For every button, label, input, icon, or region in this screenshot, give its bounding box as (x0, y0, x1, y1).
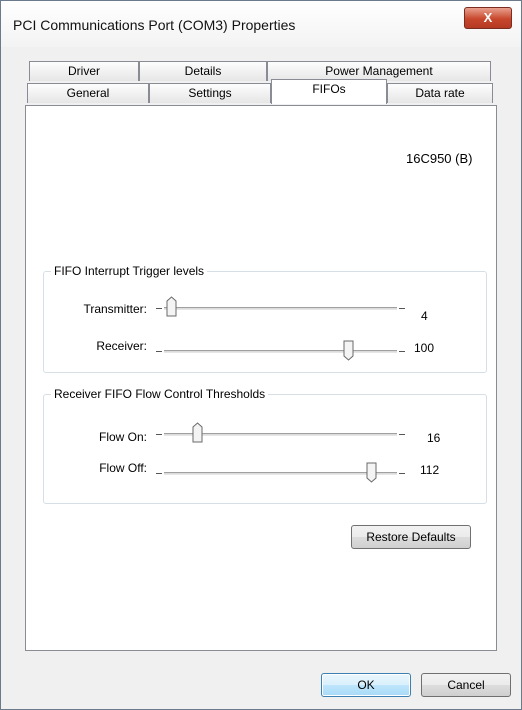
flow-off-slider-track (164, 472, 397, 475)
transmitter-slider-thumb[interactable] (166, 296, 177, 317)
transmitter-slider-track (164, 307, 397, 310)
transmitter-value: 4 (421, 309, 428, 323)
receiver-value: 100 (414, 341, 435, 355)
window-title: PCI Communications Port (COM3) Propertie… (13, 17, 296, 33)
slider-tick (399, 434, 405, 435)
transmitter-label: Transmitter: (83, 302, 147, 316)
slider-tick (156, 473, 162, 474)
tab-data-rate[interactable]: Data rate (387, 83, 493, 103)
fifos-tab-panel (25, 105, 497, 651)
flow-on-label: Flow On: (98, 430, 147, 444)
slider-tick (156, 434, 162, 435)
tab-settings[interactable]: Settings (149, 83, 271, 103)
title-bar: PCI Communications Port (COM3) Propertie… (1, 1, 521, 47)
slider-tick (399, 473, 405, 474)
tab-driver[interactable]: Driver (29, 61, 139, 81)
flow-on-slider-thumb[interactable] (192, 422, 203, 443)
receiver-label: Receiver: (96, 339, 147, 353)
slider-tick (156, 351, 162, 352)
cancel-button[interactable]: Cancel (421, 673, 511, 697)
flow-control-legend: Receiver FIFO Flow Control Thresholds (51, 387, 269, 401)
receiver-slider-thumb[interactable] (343, 340, 354, 361)
tab-power-management[interactable]: Power Management (267, 61, 491, 81)
close-button[interactable]: X (464, 7, 512, 29)
interrupt-trigger-legend: FIFO Interrupt Trigger levels (51, 264, 208, 278)
ok-button[interactable]: OK (321, 673, 411, 697)
flow-off-label: Flow Off: (99, 461, 147, 475)
flow-control-group (43, 394, 487, 504)
restore-defaults-button[interactable]: Restore Defaults (351, 525, 471, 549)
flow-off-slider-thumb[interactable] (366, 462, 377, 483)
uart-chip-label: 16C950 (B) (406, 151, 473, 166)
slider-tick (399, 351, 405, 352)
tab-details[interactable]: Details (139, 61, 267, 81)
close-icon: X (483, 10, 493, 25)
flow-off-value: 112 (420, 463, 440, 477)
tab-strip: Driver Details Power Management General … (27, 61, 493, 107)
properties-dialog: PCI Communications Port (COM3) Propertie… (0, 0, 522, 710)
tab-general[interactable]: General (27, 83, 149, 103)
slider-tick (399, 308, 405, 309)
slider-tick (156, 308, 162, 309)
tab-fifos[interactable]: FIFOs (271, 79, 387, 104)
flow-on-value: 16 (427, 431, 441, 445)
receiver-slider-track (164, 350, 397, 353)
